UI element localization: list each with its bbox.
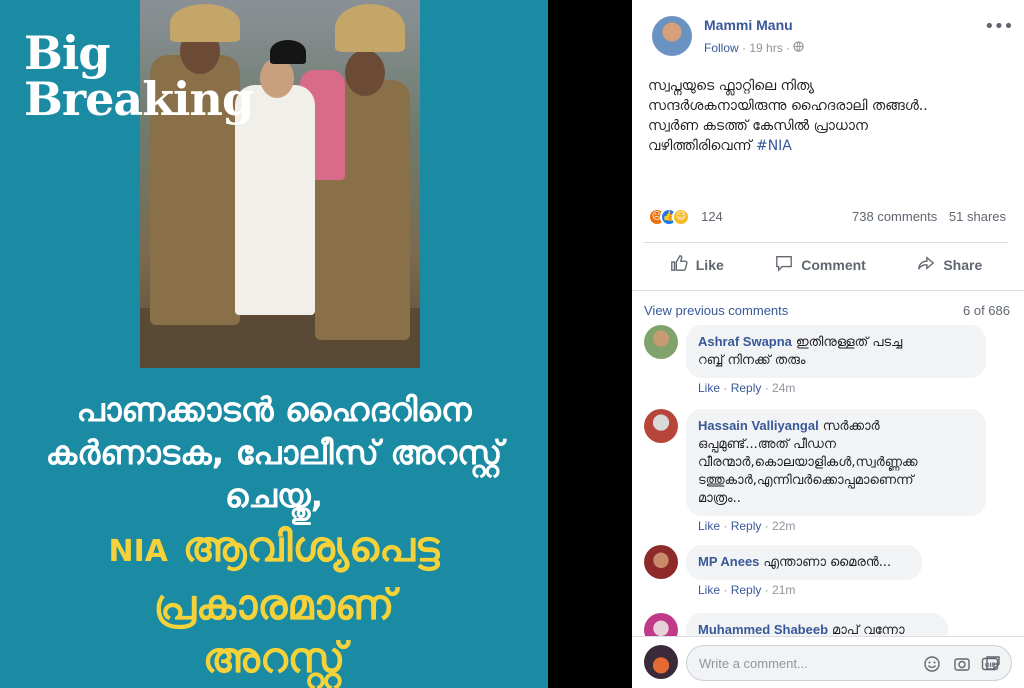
comment-composer: Write a comment... GIF: [632, 636, 1024, 688]
share-label: Share: [943, 256, 983, 273]
comment-bubble: Ashraf Swapna ഇതിനുള്ളത് പടച്ച റബ്ബ് നിനക…: [686, 325, 986, 378]
post-meta: Follow · 19 hrs ·: [704, 41, 805, 55]
commenter-avatar[interactable]: [644, 545, 678, 579]
elder-head: [260, 58, 294, 98]
comment-like-link[interactable]: Like: [698, 583, 720, 597]
comment-meta: Like · Reply · 21m: [698, 583, 796, 597]
comment-item: MP Anees എന്താണാ മൈരൻ... Like · Reply · 2…: [644, 545, 1014, 605]
comment-text-1: മാപ് വന്നോ: [832, 623, 905, 636]
commenter-name-link[interactable]: MP Anees: [698, 554, 759, 569]
comment-meta: Like · Reply · 24m: [698, 381, 796, 395]
elder-cap: [270, 40, 306, 64]
poster-headline-line3: ചെയ്തു,: [224, 476, 324, 515]
view-previous-comments-link[interactable]: View previous comments: [644, 303, 788, 318]
officer-right-head: [345, 50, 385, 96]
camera-icon[interactable]: [953, 655, 971, 673]
post-text-line3: സ്വർണ കടത്ത് കേസിൽ പ്രാധാന: [648, 118, 868, 134]
commenter-name-link[interactable]: Hassain Valliyangal: [698, 418, 819, 433]
big-breaking-line1: Big: [24, 26, 111, 80]
poster-sub-line2: പ്രകാരമാണ്: [153, 580, 395, 629]
comment-input-placeholder: Write a comment...: [699, 656, 808, 671]
engagement-counts: 738 comments 51 shares: [844, 209, 1006, 224]
comment-item: Muhammed Shabeeb മാപ് വന്നോ: [644, 613, 1014, 636]
share-arrow-icon: [917, 254, 943, 275]
like-label: Like: [695, 256, 724, 273]
poster-headline-line2: കർണാടക, പോലീസ് അറസ്റ്റ്: [45, 433, 503, 472]
commenter-avatar[interactable]: [644, 325, 678, 359]
comment-like-link[interactable]: Like: [698, 519, 720, 533]
commenter-avatar[interactable]: [644, 613, 678, 636]
reactions-summary[interactable]: ☹👍☺ 124: [648, 206, 723, 226]
post-media-viewer[interactable]: Big Breaking പാണക്കാടൻ ഹൈദറിനെ കർണാടക, പ…: [0, 0, 632, 688]
comment-text-1: ഇതിനുള്ളത് പടച്ച: [795, 335, 903, 350]
poster-sub-line1-text: ആവിശ്യപെട്ട: [182, 522, 440, 571]
comment-item: Hassain Valliyangal സർക്കാർ ഒപ്പമുണ്ട്...…: [644, 409, 1014, 539]
comment-text-4: ടത്തുകാർ,എന്നിവർക്കൊപ്പമാണെന്ന്: [698, 473, 914, 488]
poster-headline-line1: പാണക്കാടൻ ഹൈദറിനെ: [76, 390, 472, 429]
comment-text-1: എന്താണാ മൈരൻ...: [763, 555, 892, 570]
comment-input[interactable]: Write a comment... GIF: [686, 645, 1012, 681]
haha-reaction-icon: ☺: [672, 207, 690, 226]
post-text-line4-text: വഴിത്തിരിവെന്ന്: [648, 138, 752, 154]
poster-sub-line1: NIA ആവിശ്യപെട്ട: [0, 520, 548, 578]
shares-count-link[interactable]: 51 shares: [949, 209, 1006, 224]
comment-label: Comment: [801, 256, 866, 273]
like-button[interactable]: Like: [670, 254, 724, 275]
comment-bubble: MP Anees എന്താണാ മൈരൻ...: [686, 545, 922, 580]
comments-section[interactable]: View previous comments 6 of 686 Ashraf S…: [632, 290, 1024, 636]
comment-bubble: Hassain Valliyangal സർക്കാർ ഒപ്പമുണ്ട്...…: [686, 409, 986, 516]
emoji-icon[interactable]: [923, 655, 941, 673]
comment-meta: Like · Reply · 22m: [698, 519, 796, 533]
news-poster-image: Big Breaking പാണക്കാടൻ ഹൈദറിനെ കർണാടക, പ…: [0, 0, 548, 688]
comment-text-1: സർക്കാർ: [822, 419, 880, 434]
post-text-line2: സന്ദർശകനായിരുന്നു ഹൈദരാലി തങ്ങൾ..: [648, 98, 928, 114]
comment-button[interactable]: Comment: [775, 254, 866, 275]
comment-time[interactable]: 22m: [772, 519, 795, 533]
comment-reply-link[interactable]: Reply: [731, 583, 762, 597]
poster-sub-line3: അറസ്റ്റ്: [202, 633, 346, 682]
comment-time[interactable]: 24m: [772, 381, 795, 395]
poster-sub-nia: NIA: [108, 534, 168, 569]
poster-headline: പാണക്കാടൻ ഹൈദറിനെ കർണാടക, പോലീസ് അറസ്റ്റ…: [0, 388, 548, 517]
comment-text-5: മാത്രം..: [698, 491, 741, 506]
comment-like-link[interactable]: Like: [698, 381, 720, 395]
comment-bubble: Muhammed Shabeeb മാപ് വന്നോ: [686, 613, 948, 636]
comment-text-2: റബ്ബ് നിനക്ക് തരും: [698, 353, 806, 368]
big-breaking-line2: Breaking: [24, 72, 254, 126]
big-breaking-title: Big Breaking: [24, 26, 254, 126]
author-name-link[interactable]: Mammi Manu: [704, 17, 793, 33]
speech-bubble-icon: [775, 254, 801, 275]
comment-reply-link[interactable]: Reply: [731, 381, 762, 395]
share-button[interactable]: Share: [917, 254, 982, 275]
current-user-avatar: [644, 645, 678, 679]
post-action-bar: Like Comment Share: [644, 242, 1008, 286]
comment-text-2: ഒപ്പമുണ്ട്...അത് പീഡന: [698, 437, 836, 452]
globe-icon: [793, 41, 805, 55]
commenter-name-link[interactable]: Muhammed Shabeeb: [698, 622, 828, 636]
post-text-line1: സ്വപ്നയുടെ ഫ്ലാറ്റിലെ നിത്യ: [648, 78, 815, 94]
comment-item: Ashraf Swapna ഇതിനുള്ളത് പടച്ച റബ്ബ് നിനക…: [644, 325, 1014, 395]
comment-text-3: വീരന്മാർ,കൊലയാളികൾ,സ്വർണ്ണക്ക: [698, 455, 918, 470]
comment-reply-link[interactable]: Reply: [731, 519, 762, 533]
post-header: Mammi Manu Follow · 19 hrs · •••: [632, 0, 1024, 60]
post-side-panel: Mammi Manu Follow · 19 hrs · ••• സ്വപ്നയ…: [632, 0, 1024, 688]
sticker-icon[interactable]: [984, 654, 1002, 672]
post-text-line4: വഴിത്തിരിവെന്ന് #NIA: [648, 136, 1008, 156]
reaction-count: 124: [701, 209, 723, 224]
post-timestamp[interactable]: 19 hrs: [749, 41, 782, 55]
follow-link[interactable]: Follow: [704, 41, 739, 55]
commenter-name-link[interactable]: Ashraf Swapna: [698, 334, 792, 349]
post-text: സ്വപ്നയുടെ ഫ്ലാറ്റിലെ നിത്യ സന്ദർശകനായിര…: [648, 76, 1008, 156]
comment-time[interactable]: 21m: [772, 583, 795, 597]
commenter-avatar[interactable]: [644, 409, 678, 443]
more-horizontal-icon[interactable]: •••: [984, 16, 1014, 37]
author-avatar[interactable]: [652, 16, 692, 56]
comment-position: 6 of 686: [963, 303, 1010, 318]
comments-count-link[interactable]: 738 comments: [852, 209, 937, 224]
thumbs-up-icon: [670, 254, 696, 275]
poster-subheadline: NIA ആവിശ്യപെട്ട പ്രകാരമാണ് അറസ്റ്റ്: [0, 520, 548, 684]
officer-right-hat: [335, 4, 405, 52]
hashtag-link[interactable]: #NIA: [756, 138, 792, 154]
